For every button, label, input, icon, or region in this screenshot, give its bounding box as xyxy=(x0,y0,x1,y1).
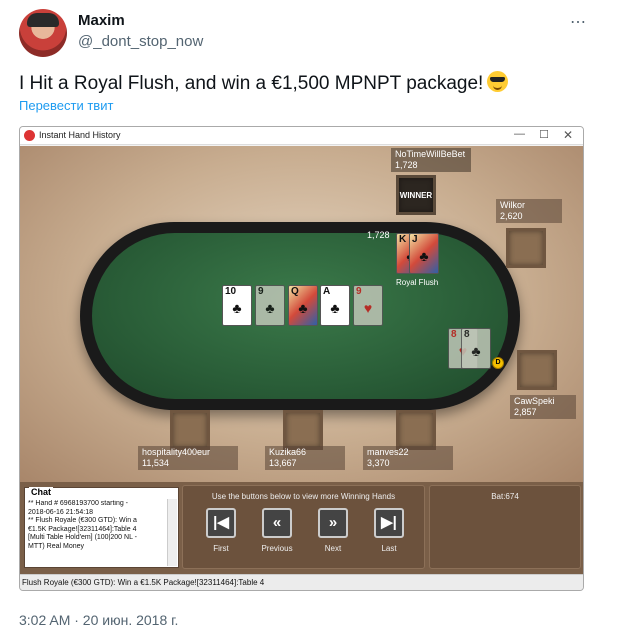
player-stack: 2,857 xyxy=(514,407,537,417)
player-stack: 3,370 xyxy=(367,458,390,468)
card-suit: ♣ xyxy=(265,300,275,316)
card-suit: ♣ xyxy=(330,300,340,316)
last-button[interactable]: ▶| xyxy=(374,508,404,538)
chat-log[interactable]: ** Hand # 6968193700 starting - 2018-06-… xyxy=(28,500,166,566)
tweet-text-content: I Hit a Royal Flush, and win a €1,500 MP… xyxy=(19,73,484,94)
window-titlebar: Instant Hand History — ☐ ✕ xyxy=(20,127,583,145)
winner-hole-card-2: J ♣ xyxy=(409,233,439,274)
bet-amount: 1,728 xyxy=(367,230,390,240)
card-rank: J xyxy=(412,234,418,245)
translate-link[interactable]: Перевести твит xyxy=(19,98,113,113)
winner-badge: WINNER xyxy=(399,191,433,200)
player-stack: 11,534 xyxy=(142,458,169,468)
bat-value: Bat:674 xyxy=(491,492,519,501)
chat-line: [Multi Table Hold'em] (100|200 NL - xyxy=(28,534,137,541)
last-label: Last xyxy=(381,544,397,553)
chat-line: ** Hand # 6968193700 starting - xyxy=(28,500,129,507)
player-name: manves22 xyxy=(367,447,409,457)
card-suit: ♥ xyxy=(363,300,373,316)
chat-line: ** Flush Royale (€300 GTD): Win a xyxy=(28,517,137,524)
dealer-button: D xyxy=(492,357,504,369)
card-rank: 9 xyxy=(356,286,362,297)
next-label: Next xyxy=(324,544,342,553)
chat-title: Chat xyxy=(29,487,53,497)
player-name: Wilkor xyxy=(500,200,525,210)
card-suit: ♣ xyxy=(419,248,429,264)
player-stack: 2,620 xyxy=(500,211,523,221)
close-icon: ✕ xyxy=(562,128,573,142)
player-hole-card-2: 8 ♣ xyxy=(461,328,491,369)
seat-bottom-center xyxy=(283,410,323,450)
poker-table-scene: NoTimeWillBeBet 1,728 WINNER Wilkor 2,62… xyxy=(20,146,583,482)
hand-rank-label: Royal Flush xyxy=(396,278,439,287)
card-rank: Q xyxy=(291,286,299,297)
board-card-3: Q ♣ xyxy=(288,285,318,326)
card-suit: ♣ xyxy=(232,300,242,316)
card-suit: ♣ xyxy=(298,300,308,316)
card-rank: 8 xyxy=(451,329,457,340)
chat-line: MTT) Real Money xyxy=(28,542,85,550)
first-button[interactable]: |◀ xyxy=(206,508,236,538)
seat-top: WINNER xyxy=(396,175,436,215)
previous-button[interactable]: « xyxy=(262,508,292,538)
author-name[interactable]: Maxim xyxy=(78,12,125,29)
first-label: First xyxy=(213,544,229,553)
minimize-icon: — xyxy=(514,128,525,140)
more-options-icon[interactable]: ⋯ xyxy=(570,12,587,32)
player-label-bottom-center: Kuzika66 13,667 xyxy=(265,446,345,470)
player-name: CawSpeki xyxy=(514,396,555,406)
card-rank: 9 xyxy=(258,286,264,297)
player-label-top: NoTimeWillBeBet 1,728 xyxy=(391,148,471,172)
board-card-5: 9 ♥ xyxy=(353,285,383,326)
tweet-timestamp[interactable]: 3:02 AM · 20 июн. 2018 г. xyxy=(19,612,178,628)
card-rank: A xyxy=(323,286,331,297)
player-label-bottom-left: hospitality400eur 11,534 xyxy=(138,446,238,470)
player-name: NoTimeWillBeBet xyxy=(395,149,466,159)
nav-hint: Use the buttons below to view more Winni… xyxy=(211,492,396,501)
chat-scrollbar[interactable] xyxy=(167,499,177,566)
player-name: hospitality400eur xyxy=(142,447,211,457)
window-title: Instant Hand History xyxy=(39,130,121,140)
chat-line: €1.5K Package![32311464]:Table 4 xyxy=(28,525,137,533)
tweet-text: I Hit a Royal Flush, and win a €1,500 MP… xyxy=(19,71,509,95)
player-name: Kuzika66 xyxy=(269,447,307,457)
player-stack: 13,667 xyxy=(269,458,297,468)
avatar[interactable] xyxy=(19,9,67,57)
seat-right xyxy=(517,350,557,390)
status-bar: Flush Royale (€300 GTD): Win a €1.5K Pac… xyxy=(20,574,583,590)
bat-panel: Bat:674 xyxy=(429,485,581,569)
seat-right-top xyxy=(506,228,546,268)
tweet: Maxim @_dont_stop_now ⋯ I Hit a Royal Fl… xyxy=(0,0,617,639)
seat-bottom-right xyxy=(396,410,436,450)
previous-label: Previous xyxy=(261,544,293,553)
poker-app-icon xyxy=(24,130,35,141)
board-card-2: 9 ♣ xyxy=(255,285,285,326)
board-card-4: A ♣ xyxy=(320,285,350,326)
board-card-1: 10 ♣ xyxy=(222,285,252,326)
player-label-bottom-right: manves22 3,370 xyxy=(363,446,453,470)
card-rank: 10 xyxy=(225,286,237,297)
seat-bottom-left xyxy=(170,410,210,450)
player-stack: 1,728 xyxy=(395,160,418,170)
next-button[interactable]: » xyxy=(318,508,348,538)
chat-line: 2018-06-16 21:54:18 xyxy=(28,508,93,516)
tweet-media-image[interactable]: Instant Hand History — ☐ ✕ NoTimeWillBeB… xyxy=(19,126,584,591)
chat-box: Chat ** Hand # 6968193700 starting - 201… xyxy=(24,487,179,568)
card-rank: 8 xyxy=(464,329,470,340)
player-label-right-top: Wilkor 2,620 xyxy=(496,199,562,223)
card-suit: ♣ xyxy=(471,343,481,359)
sunglasses-emoji-icon xyxy=(487,71,509,92)
card-rank: K xyxy=(399,234,407,245)
author-handle[interactable]: @_dont_stop_now xyxy=(78,33,203,50)
maximize-icon: ☐ xyxy=(539,129,549,141)
player-label-right: CawSpeki 2,857 xyxy=(510,395,576,419)
bottom-panel: Chat ** Hand # 6968193700 starting - 201… xyxy=(20,482,583,574)
hand-navigation: Use the buttons below to view more Winni… xyxy=(182,485,425,569)
